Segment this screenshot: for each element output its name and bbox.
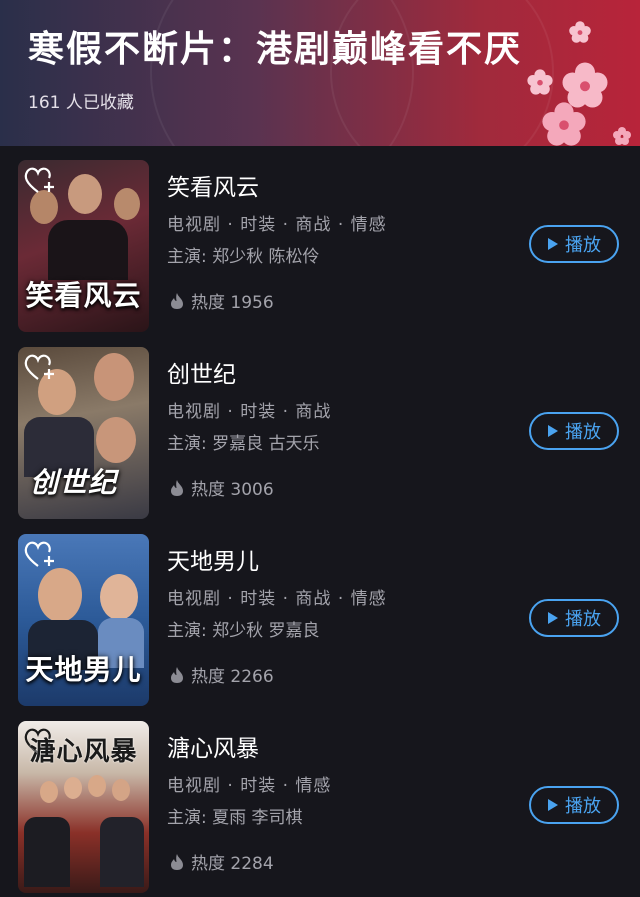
- flame-icon: [171, 853, 183, 870]
- poster-title: 溏心风暴: [29, 737, 138, 767]
- drama-title[interactable]: 创世纪: [167, 355, 236, 389]
- drama-title[interactable]: 溏心风暴: [167, 729, 259, 763]
- favorite-heart-icon[interactable]: [22, 164, 58, 196]
- play-label: 播放: [565, 235, 601, 256]
- poster-image[interactable]: 创世纪: [18, 347, 149, 519]
- favorite-heart-icon[interactable]: [22, 538, 58, 570]
- blossom-icon: [527, 69, 553, 95]
- heat-score: 热度 3006: [169, 475, 274, 500]
- drama-tags: 电视剧 · 时装 · 商战 · 情感: [167, 215, 387, 235]
- heat-value: 热度 3006: [191, 480, 274, 500]
- list-item[interactable]: 天地男儿 天地男儿 电视剧 · 时装 · 商战 · 情感 主演: 郑少秋 罗嘉良…: [0, 520, 640, 707]
- play-button[interactable]: 播放: [529, 599, 619, 637]
- drama-tags: 电视剧 · 时装 · 商战: [167, 402, 332, 422]
- list-item[interactable]: 笑看风云 笑看风云 电视剧 · 时装 · 商战 · 情感 主演: 郑少秋 陈松伶…: [0, 146, 640, 333]
- poster-title: 笑看风云: [25, 279, 142, 312]
- play-button[interactable]: 播放: [529, 786, 619, 824]
- poster-title: 创世纪: [29, 466, 117, 499]
- blossom-icon: [569, 21, 591, 43]
- playlist-header: 寒假不断片：港剧巅峰看不厌 161 人已收藏: [0, 0, 640, 146]
- list-item[interactable]: 创世纪 创世纪 电视剧 · 时装 · 商战 主演: 罗嘉良 古天乐 热度 300…: [0, 333, 640, 520]
- heat-value: 热度 2266: [191, 667, 274, 687]
- play-button[interactable]: 播放: [529, 225, 619, 263]
- play-icon: [548, 425, 558, 437]
- heat-value: 热度 2284: [191, 854, 274, 874]
- blossom-icon: [542, 102, 586, 146]
- play-label: 播放: [565, 422, 601, 443]
- drama-cast: 主演: 罗嘉良 古天乐: [167, 434, 320, 454]
- play-label: 播放: [565, 609, 601, 630]
- drama-cast: 主演: 郑少秋 罗嘉良: [167, 621, 320, 641]
- heat-score: 热度 2284: [169, 849, 274, 874]
- drama-tags: 电视剧 · 时装 · 情感: [167, 776, 332, 796]
- flame-icon: [171, 292, 183, 309]
- heat-value: 热度 1956: [191, 293, 274, 313]
- drama-tags: 电视剧 · 时装 · 商战 · 情感: [167, 589, 387, 609]
- poster-image[interactable]: 天地男儿: [18, 534, 149, 706]
- play-icon: [548, 799, 558, 811]
- drama-cast: 主演: 夏雨 李司棋: [167, 808, 303, 828]
- collect-count: 161 人已收藏: [28, 93, 134, 113]
- play-button[interactable]: 播放: [529, 412, 619, 450]
- drama-title[interactable]: 笑看风云: [167, 168, 259, 202]
- poster-image[interactable]: 溏心风暴: [18, 721, 149, 893]
- poster-image[interactable]: 笑看风云: [18, 160, 149, 332]
- flame-icon: [171, 479, 183, 496]
- page-title: 寒假不断片：港剧巅峰看不厌: [28, 29, 523, 70]
- blossom-icon: [613, 127, 631, 145]
- play-icon: [548, 238, 558, 250]
- flame-icon: [171, 666, 183, 683]
- heat-score: 热度 1956: [169, 288, 274, 313]
- play-label: 播放: [565, 796, 601, 817]
- drama-title[interactable]: 天地男儿: [167, 542, 259, 576]
- play-icon: [548, 612, 558, 624]
- favorite-heart-icon[interactable]: [22, 351, 58, 383]
- heat-score: 热度 2266: [169, 662, 274, 687]
- list-item[interactable]: 溏心风暴 溏心风暴 电视剧 · 时装 · 情感 主演: 夏雨 李司棋 热度 22…: [0, 707, 640, 894]
- drama-cast: 主演: 郑少秋 陈松伶: [167, 247, 320, 267]
- poster-title: 天地男儿: [25, 653, 142, 686]
